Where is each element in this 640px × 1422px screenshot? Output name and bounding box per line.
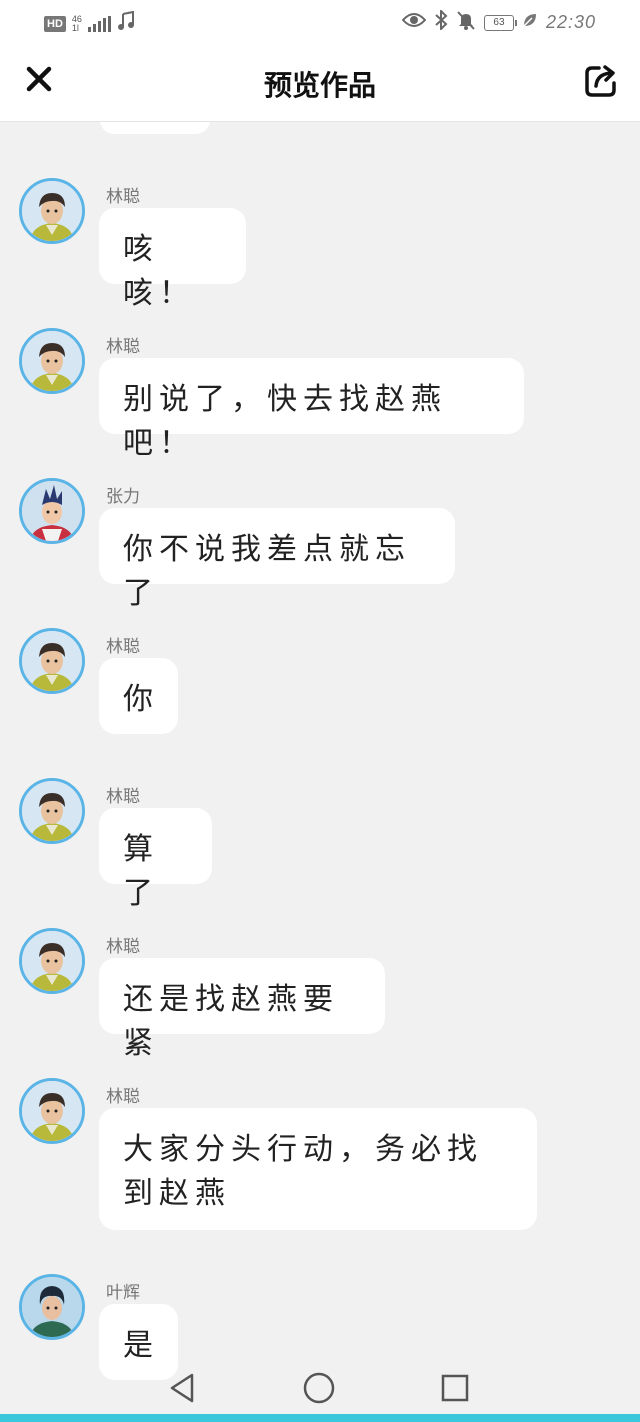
avatar-lin-cong[interactable] bbox=[19, 178, 85, 244]
message-bubble[interactable]: 大家分头行动，务必找到赵燕 bbox=[99, 1108, 537, 1230]
bluetooth-icon bbox=[434, 8, 448, 35]
home-circle-icon bbox=[303, 1372, 335, 1404]
message-bubble[interactable]: 还是找赵燕要紧 bbox=[99, 958, 385, 1061]
avatar-ye-hui[interactable] bbox=[19, 1274, 85, 1340]
battery-icon: 63 bbox=[483, 14, 517, 31]
avatar-portrait-icon bbox=[22, 181, 82, 241]
sender-name: 叶辉 bbox=[106, 1283, 140, 1303]
network-type-label: 46 1l bbox=[71, 14, 82, 33]
avatar-lin-cong[interactable] bbox=[19, 778, 85, 844]
avatar-portrait-icon bbox=[22, 1081, 82, 1141]
recent-apps-button[interactable] bbox=[437, 1370, 473, 1406]
status-bar: HD 46 1l 63 22:30 bbox=[0, 0, 640, 42]
status-left-group: HD 46 1l bbox=[44, 10, 135, 36]
sender-name: 林聪 bbox=[106, 1087, 140, 1107]
back-button[interactable] bbox=[164, 1370, 200, 1406]
title-bar: 预览作品 bbox=[0, 42, 640, 122]
message-bubble[interactable]: 咳咳！ bbox=[99, 208, 246, 311]
avatar-portrait-icon bbox=[22, 1277, 82, 1337]
avatar-portrait-icon bbox=[22, 331, 82, 391]
message-bubble[interactable]: 别说了，快去找赵燕吧！ bbox=[99, 358, 524, 461]
avatar-zhang-li[interactable] bbox=[19, 478, 85, 544]
sender-name: 林聪 bbox=[106, 637, 140, 657]
sender-name: 林聪 bbox=[106, 187, 140, 207]
sender-name: 张力 bbox=[106, 487, 140, 507]
avatar-portrait-icon bbox=[22, 481, 82, 541]
hd-badge: HD bbox=[44, 15, 66, 32]
avatar-portrait-icon bbox=[22, 631, 82, 691]
chat-message-list[interactable]: 林聪 咳咳！ 林聪 别说了，快去找赵燕吧！ 张力 你不说我差点就忘了 林聪 你 … bbox=[0, 122, 640, 1412]
sender-name: 林聪 bbox=[106, 337, 140, 357]
previous-message-bubble bbox=[100, 122, 210, 134]
status-right-group: 63 22:30 bbox=[401, 8, 596, 35]
message-bubble[interactable]: 你 bbox=[99, 658, 178, 734]
avatar-portrait-icon bbox=[22, 931, 82, 991]
page-title: 预览作品 bbox=[263, 69, 376, 102]
eye-icon bbox=[401, 11, 427, 34]
sender-name: 林聪 bbox=[106, 787, 140, 807]
mute-bell-icon bbox=[456, 10, 476, 35]
avatar-lin-cong[interactable] bbox=[19, 1078, 85, 1144]
clock-time: 22:30 bbox=[545, 12, 596, 32]
bottom-accent-bar bbox=[0, 1414, 640, 1422]
system-navigation-bar bbox=[0, 1360, 640, 1414]
recent-square-icon bbox=[441, 1374, 469, 1402]
message-bubble[interactable]: 算了 bbox=[99, 808, 212, 911]
music-note-icon bbox=[117, 10, 135, 36]
home-button[interactable] bbox=[301, 1370, 337, 1406]
message-bubble[interactable]: 你不说我差点就忘了 bbox=[99, 508, 455, 611]
share-button[interactable] bbox=[582, 62, 620, 100]
avatar-lin-cong[interactable] bbox=[19, 328, 85, 394]
sender-name: 林聪 bbox=[106, 937, 140, 957]
back-triangle-icon bbox=[170, 1373, 194, 1403]
leaf-icon bbox=[522, 12, 538, 33]
share-icon bbox=[585, 65, 616, 97]
avatar-lin-cong[interactable] bbox=[19, 628, 85, 694]
network-sub-text: 1l bbox=[71, 22, 79, 33]
avatar-lin-cong[interactable] bbox=[19, 928, 85, 994]
avatar-portrait-icon bbox=[22, 781, 82, 841]
signal-strength-icon bbox=[87, 15, 111, 32]
